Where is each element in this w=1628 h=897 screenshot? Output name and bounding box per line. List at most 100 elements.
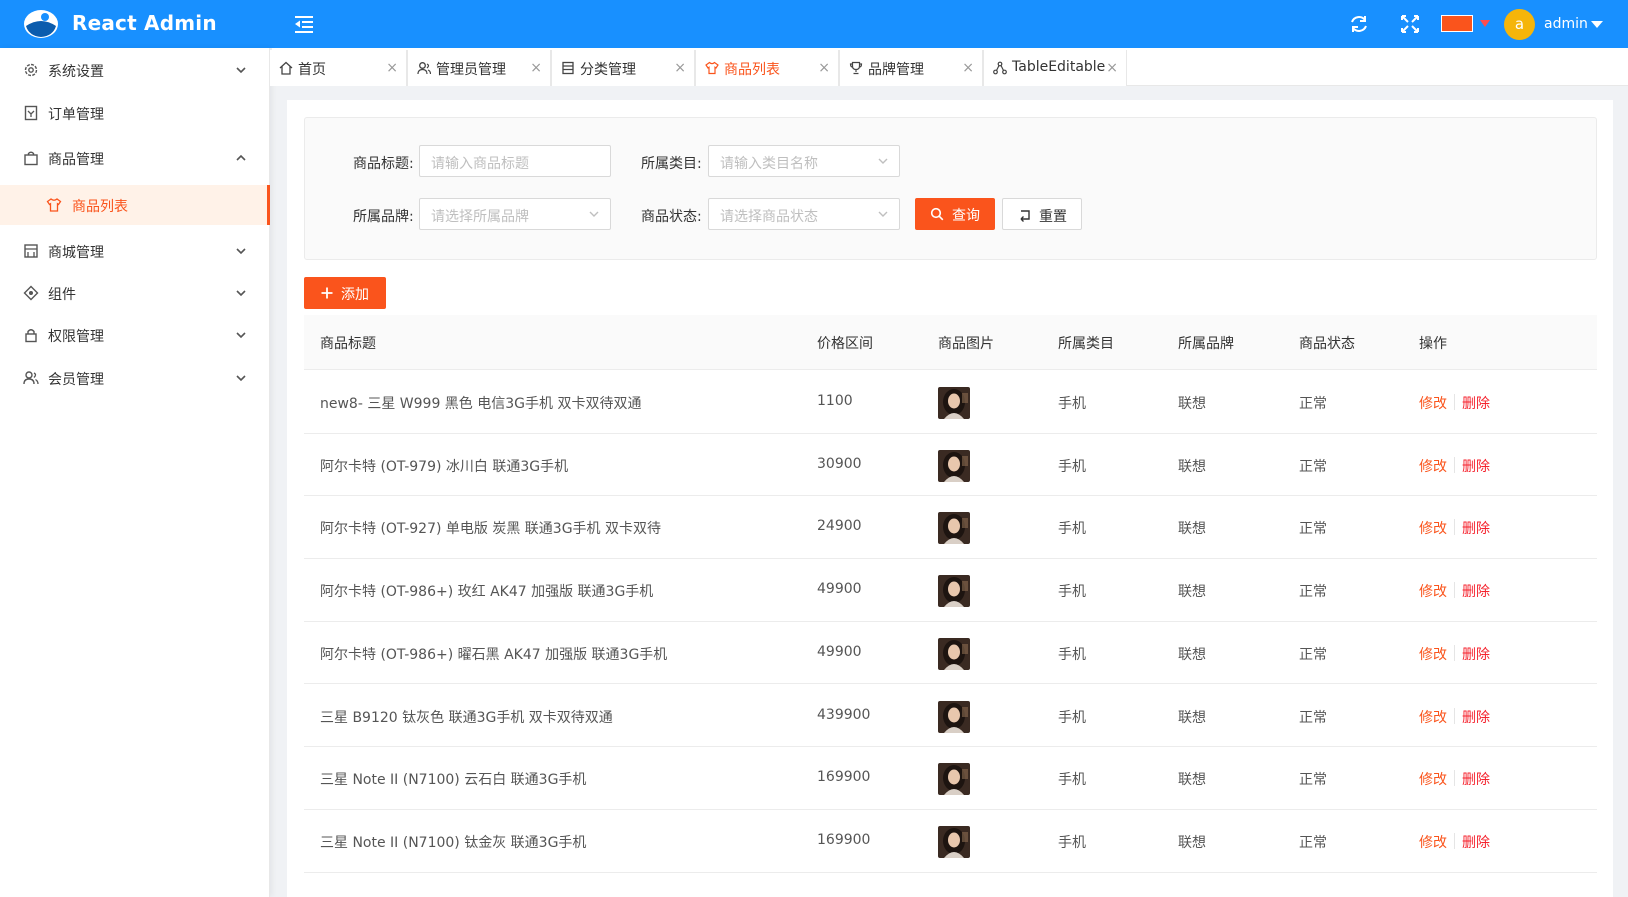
sidebar-item-members[interactable]: 会员管理 bbox=[0, 358, 270, 398]
product-title-cell: 三星 Note II (N7100) 钛金灰 联通3G手机 bbox=[320, 834, 587, 851]
shirt-icon bbox=[705, 61, 719, 75]
tab-table-editable[interactable]: TableEditable × bbox=[983, 50, 1127, 86]
category-select-placeholder: 请输入类目名称 bbox=[720, 156, 818, 172]
tab-category-management[interactable]: 分类管理 × bbox=[551, 50, 695, 86]
product-image[interactable] bbox=[938, 387, 970, 419]
edit-link[interactable]: 修改 bbox=[1419, 832, 1447, 852]
avatar[interactable]: a bbox=[1504, 9, 1535, 40]
action-divider bbox=[1454, 519, 1455, 536]
product-image[interactable] bbox=[938, 700, 970, 733]
chevron-down-icon bbox=[878, 158, 888, 164]
product-image[interactable] bbox=[938, 637, 970, 670]
edit-link[interactable]: 修改 bbox=[1419, 769, 1447, 789]
refresh-icon[interactable] bbox=[1348, 13, 1370, 35]
sidebar-item-label: 系统设置 bbox=[48, 64, 104, 80]
tab-admin-management[interactable]: 管理员管理 × bbox=[407, 50, 551, 86]
brand-cell: 联想 bbox=[1178, 772, 1206, 789]
reset-button-label: 重置 bbox=[1039, 209, 1067, 225]
sidebar-item-label: 权限管理 bbox=[48, 329, 104, 345]
close-icon[interactable]: × bbox=[674, 60, 686, 76]
delete-link[interactable]: 删除 bbox=[1462, 581, 1490, 601]
chevron-up-icon bbox=[236, 154, 246, 161]
query-button[interactable]: 查询 bbox=[915, 198, 995, 230]
close-icon[interactable]: × bbox=[1106, 60, 1118, 76]
table-row: new8- 三星 W999 黑色 电信3G手机 双卡双待双通 1100 手机 联想 正常… bbox=[304, 371, 1597, 434]
delete-link[interactable]: 删除 bbox=[1462, 644, 1490, 664]
admin-icon bbox=[417, 62, 431, 75]
table-row: 三星 B9120 钛灰色 联通3G手机 双卡双待双通 439900 手机 联想 正常 修改… bbox=[304, 685, 1597, 748]
action-divider bbox=[1454, 456, 1455, 473]
top-header: React Admin a admin bbox=[0, 0, 1628, 48]
edit-link[interactable]: 修改 bbox=[1419, 644, 1447, 664]
delete-link[interactable]: 删除 bbox=[1462, 707, 1490, 727]
brand-select[interactable]: 请选择所属品牌 bbox=[419, 198, 611, 230]
table-row: 三星 Note II (N7100) 钛金灰 联通3G手机 169900 手机 联想 正… bbox=[304, 810, 1597, 873]
status-select[interactable]: 请选择商品状态 bbox=[708, 198, 900, 230]
tab-label: 首页 bbox=[298, 62, 326, 78]
edit-link[interactable]: 修改 bbox=[1419, 707, 1447, 727]
reset-button[interactable]: 重置 bbox=[1002, 198, 1082, 230]
status-cell: 正常 bbox=[1299, 709, 1327, 726]
user-dropdown-caret-icon[interactable] bbox=[1591, 21, 1603, 28]
fullscreen-icon[interactable] bbox=[1400, 14, 1420, 34]
category-select[interactable]: 请输入类目名称 bbox=[708, 145, 900, 177]
add-product-button[interactable]: 添加 bbox=[304, 277, 386, 309]
product-image[interactable] bbox=[938, 825, 970, 858]
tab-home[interactable]: 首页 × bbox=[269, 50, 407, 86]
sidebar: 系统设置 订单管理 商品管理 商品列表 商城管理 组件 权限管理 会员管理 bbox=[0, 48, 270, 897]
sidebar-item-orders[interactable]: 订单管理 bbox=[0, 93, 270, 133]
column-header: 商品状态 bbox=[1299, 336, 1355, 352]
edit-link[interactable]: 修改 bbox=[1419, 518, 1447, 538]
username[interactable]: admin bbox=[1544, 16, 1588, 32]
brand-cell: 联想 bbox=[1178, 646, 1206, 663]
tab-brand-management[interactable]: 品牌管理 × bbox=[839, 50, 983, 86]
close-icon[interactable]: × bbox=[530, 60, 542, 76]
delete-link[interactable]: 删除 bbox=[1462, 456, 1490, 476]
table-header: 商品标题 价格区间 商品图片 所属类目 所属品牌 商品状态 操作 bbox=[304, 315, 1597, 370]
product-image[interactable] bbox=[938, 575, 970, 608]
sidebar-item-label: 商品管理 bbox=[48, 152, 104, 168]
price-cell: 1100 bbox=[817, 393, 853, 409]
edit-link[interactable]: 修改 bbox=[1419, 456, 1447, 476]
edit-link[interactable]: 修改 bbox=[1419, 393, 1447, 413]
price-cell: 30900 bbox=[817, 455, 862, 472]
sidebar-item-mall[interactable]: 商城管理 bbox=[0, 231, 270, 271]
edit-link[interactable]: 修改 bbox=[1419, 581, 1447, 601]
action-divider bbox=[1454, 394, 1455, 410]
sidebar-item-label: 商品列表 bbox=[72, 199, 128, 215]
lock-icon bbox=[25, 329, 37, 343]
brand-field-label: 所属品牌: bbox=[353, 209, 414, 225]
close-icon[interactable]: × bbox=[386, 60, 398, 76]
delete-link[interactable]: 删除 bbox=[1462, 832, 1490, 852]
product-image[interactable] bbox=[938, 512, 970, 545]
theme-color-swatch[interactable] bbox=[1441, 15, 1473, 32]
sidebar-item-permissions[interactable]: 权限管理 bbox=[0, 315, 270, 355]
tab-label: 商品列表 bbox=[724, 62, 780, 78]
close-icon[interactable]: × bbox=[818, 60, 830, 76]
bag-icon bbox=[24, 151, 38, 166]
shirt-icon bbox=[46, 198, 62, 212]
product-image[interactable] bbox=[938, 449, 970, 482]
chevron-down-icon bbox=[236, 332, 246, 339]
close-icon[interactable]: × bbox=[962, 60, 974, 76]
sidebar-item-components[interactable]: 组件 bbox=[0, 273, 270, 313]
delete-link[interactable]: 删除 bbox=[1462, 393, 1490, 413]
app-title: React Admin bbox=[72, 11, 217, 35]
sidebar-item-system-settings[interactable]: 系统设置 bbox=[0, 50, 270, 90]
product-title-cell: 阿尔卡特 (OT-927) 单电版 炭黑 联通3G手机 双卡双待 bbox=[320, 521, 661, 538]
sidebar-item-product-list[interactable]: 商品列表 bbox=[0, 185, 270, 225]
action-divider bbox=[1454, 707, 1455, 724]
sidebar-item-products[interactable]: 商品管理 bbox=[0, 138, 270, 178]
tab-product-list[interactable]: 商品列表 × bbox=[695, 50, 839, 86]
category-cell: 手机 bbox=[1058, 646, 1086, 663]
product-image[interactable] bbox=[938, 763, 970, 796]
delete-link[interactable]: 删除 bbox=[1462, 769, 1490, 789]
price-cell: 49900 bbox=[817, 643, 862, 660]
column-header: 操作 bbox=[1419, 336, 1447, 352]
title-input[interactable]: 请输入商品标题 bbox=[419, 145, 611, 177]
menu-fold-icon[interactable] bbox=[292, 12, 316, 36]
table-row: 三星 Note II (N7100) 云石白 联通3G手机 169900 手机 联想 正… bbox=[304, 747, 1597, 810]
price-cell: 169900 bbox=[817, 831, 871, 848]
theme-dropdown-caret-icon[interactable] bbox=[1480, 20, 1490, 27]
delete-link[interactable]: 删除 bbox=[1462, 518, 1490, 538]
